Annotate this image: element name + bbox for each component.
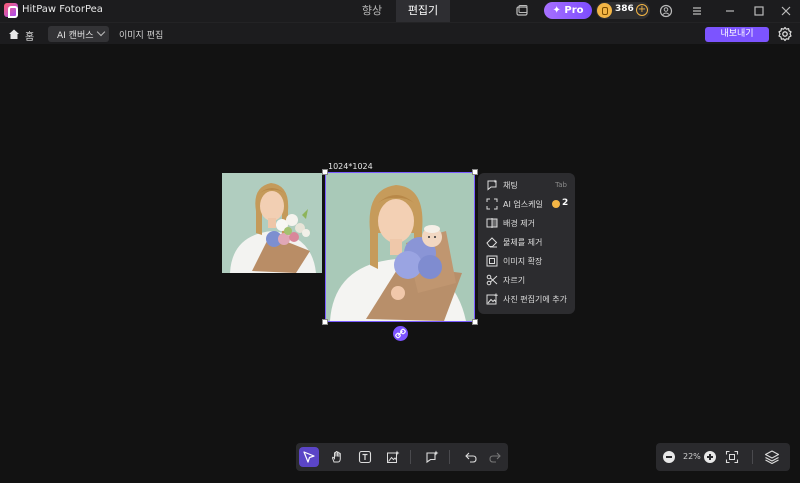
- menu-item-ai-upscale[interactable]: AI 업스케일 2: [478, 195, 575, 214]
- bottom-toolbar: [296, 443, 508, 471]
- pro-button[interactable]: ✦ Pro: [544, 2, 592, 19]
- zoom-level: 22%: [683, 452, 701, 461]
- chat-add-icon: [426, 450, 439, 464]
- menu-item-expand-image[interactable]: 이미지 확장: [478, 252, 575, 271]
- menu-item-add-to-photo-editor[interactable]: 사진 편집기에 추가: [478, 290, 575, 309]
- canvas-mode-select[interactable]: AI 캔버스: [48, 26, 109, 42]
- menu-item-chat[interactable]: 채팅 Tab: [478, 176, 575, 195]
- add-image-icon: [486, 293, 498, 305]
- add-coins-icon[interactable]: +: [636, 4, 648, 16]
- home-link[interactable]: 홈: [25, 28, 34, 43]
- resize-handle-top-right[interactable]: [472, 169, 478, 175]
- redo-icon: [489, 452, 501, 463]
- zoom-controls: 22%: [656, 443, 790, 471]
- resize-handle-bottom-left[interactable]: [322, 319, 328, 325]
- image-ai-icon: [387, 450, 400, 463]
- app-logo: [4, 3, 18, 18]
- toolbar-divider: [449, 450, 450, 464]
- link-icon: [395, 328, 406, 339]
- text-tool[interactable]: [355, 447, 375, 467]
- chat-icon: [487, 179, 497, 191]
- sub-toolbar: 홈 AI 캔버스 이미지 편집 내보내기: [0, 22, 800, 44]
- select-icon: [303, 451, 315, 463]
- fit-screen-icon[interactable]: [725, 450, 739, 464]
- undo-button[interactable]: [461, 447, 481, 467]
- menu-item-remove-object[interactable]: 물체를 제거: [478, 233, 575, 252]
- menu-icon[interactable]: [690, 4, 704, 18]
- menu-item-crop[interactable]: 자르기: [478, 271, 575, 290]
- coin-balance[interactable]: 386 +: [596, 2, 650, 19]
- zoom-in-icon[interactable]: [704, 451, 716, 463]
- link-button[interactable]: [393, 326, 408, 341]
- selection-frame[interactable]: [322, 169, 478, 325]
- select-tool[interactable]: [299, 447, 319, 467]
- background-remove-icon: [486, 218, 498, 228]
- shortcut-hint: Tab: [555, 181, 567, 189]
- scissors-icon: [486, 274, 498, 286]
- coin-count: 386: [615, 4, 634, 14]
- image-dimension-label: 1024*1024: [328, 162, 373, 171]
- image-edit-link[interactable]: 이미지 편집: [119, 28, 163, 41]
- context-menu: 채팅 Tab AI 업스케일 2 배경 제거 물체를 제거 이미지 확장 자르기…: [478, 173, 575, 314]
- hand-tool[interactable]: [327, 447, 347, 467]
- account-icon[interactable]: [659, 4, 673, 18]
- coin-icon: [552, 200, 560, 208]
- zoom-out-icon[interactable]: [663, 451, 675, 463]
- expand-icon: [486, 255, 498, 267]
- chevron-down-icon: [96, 27, 106, 37]
- canvas-image-original[interactable]: [222, 173, 322, 273]
- text-icon: [358, 450, 372, 464]
- image-ai-tool[interactable]: [383, 447, 403, 467]
- minimize-icon[interactable]: [723, 4, 737, 18]
- tab-enhance[interactable]: 향상: [350, 0, 394, 22]
- eraser-icon: [486, 237, 498, 248]
- gear-icon[interactable]: [777, 26, 793, 42]
- close-icon[interactable]: [779, 4, 793, 18]
- chat-add-tool[interactable]: [422, 447, 442, 467]
- redo-button[interactable]: [485, 447, 505, 467]
- maximize-icon[interactable]: [752, 4, 766, 18]
- coin-icon: [597, 3, 612, 18]
- canvas-mode-label: AI 캔버스: [57, 31, 94, 41]
- upscale-icon: [486, 198, 498, 210]
- tab-editor[interactable]: 편집기: [396, 0, 450, 22]
- layers-icon[interactable]: [764, 449, 780, 465]
- screen-icon[interactable]: [515, 4, 529, 18]
- app-title: HitPaw FotorPea: [22, 4, 103, 15]
- toolbar-divider: [410, 450, 411, 464]
- menu-item-remove-background[interactable]: 배경 제거: [478, 214, 575, 233]
- undo-icon: [465, 452, 477, 463]
- export-button[interactable]: 내보내기: [705, 27, 769, 42]
- hand-icon: [331, 451, 341, 463]
- resize-handle-bottom-right[interactable]: [472, 319, 478, 325]
- credit-cost-badge: 2: [552, 198, 572, 210]
- toolbar-divider: [752, 450, 753, 464]
- home-icon[interactable]: [8, 28, 20, 40]
- title-bar: HitPaw FotorPea 향상 편집기 ✦ Pro 386 +: [0, 0, 800, 22]
